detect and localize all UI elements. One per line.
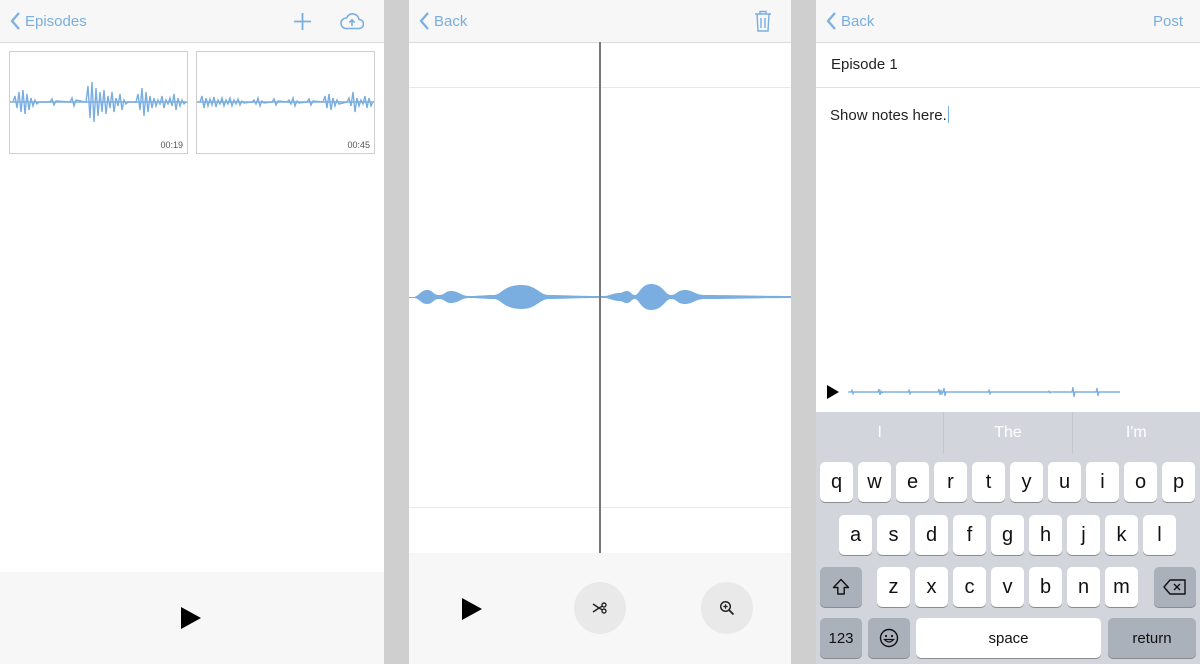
waveform-thumbnail xyxy=(197,91,374,113)
upload-button[interactable] xyxy=(340,0,364,42)
key[interactable]: j xyxy=(1067,515,1100,555)
key[interactable]: k xyxy=(1105,515,1138,555)
chevron-left-icon xyxy=(419,12,429,30)
cut-button[interactable] xyxy=(574,582,626,634)
editor-toolbar xyxy=(409,553,791,664)
shift-icon xyxy=(832,578,850,595)
prediction-item[interactable]: The xyxy=(944,412,1073,454)
scissors-icon xyxy=(592,602,607,614)
key[interactable]: i xyxy=(1086,462,1119,502)
show-notes-field[interactable]: Show notes here. xyxy=(830,106,949,124)
zoom-button[interactable] xyxy=(701,582,753,634)
back-button[interactable]: Back xyxy=(826,0,874,42)
key[interactable]: n xyxy=(1067,567,1100,607)
backspace-icon xyxy=(1163,579,1186,595)
delete-key[interactable] xyxy=(1154,567,1196,607)
waveform-mini xyxy=(848,386,1120,398)
key[interactable]: t xyxy=(972,462,1005,502)
prediction-item[interactable]: I xyxy=(816,412,945,454)
navigation-bar: Back xyxy=(409,0,791,43)
emoji-key[interactable] xyxy=(868,618,910,658)
editor-screen: Back xyxy=(409,0,791,664)
plus-icon xyxy=(294,12,311,30)
key[interactable]: e xyxy=(896,462,929,502)
cloud-upload-icon xyxy=(340,12,364,29)
space-key[interactable]: space xyxy=(916,618,1101,658)
key[interactable]: q xyxy=(820,462,853,502)
back-label: Back xyxy=(841,12,875,30)
emoji-icon xyxy=(879,628,899,648)
shift-key[interactable] xyxy=(820,567,862,607)
navigation-bar: Back Post xyxy=(816,0,1200,43)
key[interactable]: x xyxy=(915,567,948,607)
key[interactable]: w xyxy=(858,462,891,502)
chevron-left-icon xyxy=(10,12,20,30)
add-button[interactable] xyxy=(293,0,312,42)
key[interactable]: l xyxy=(1143,515,1176,555)
delete-button[interactable] xyxy=(754,0,772,42)
duration-label: 00:19 xyxy=(160,140,183,150)
key[interactable]: b xyxy=(1029,567,1062,607)
key[interactable]: f xyxy=(953,515,986,555)
prediction-bar: I The I'm xyxy=(816,412,1200,454)
navigation-bar: Episodes xyxy=(0,0,384,43)
duration-label: 00:45 xyxy=(347,140,370,150)
episodes-screen: Episodes 00:19 00:45 xyxy=(0,0,384,664)
episode-title-value: Episode 1 xyxy=(831,56,898,73)
waveform-thumbnail xyxy=(10,81,187,123)
key[interactable]: y xyxy=(1010,462,1043,502)
key[interactable]: a xyxy=(839,515,872,555)
play-icon[interactable] xyxy=(826,384,840,400)
recording-thumbnail[interactable]: 00:45 xyxy=(196,51,375,154)
key[interactable]: c xyxy=(953,567,986,607)
key[interactable]: h xyxy=(1029,515,1062,555)
back-label: Back xyxy=(434,12,468,30)
numbers-key[interactable]: 123 xyxy=(820,618,862,658)
key[interactable]: p xyxy=(1162,462,1195,502)
prediction-item[interactable]: I'm xyxy=(1073,412,1200,454)
episode-title-field[interactable]: Episode 1 xyxy=(816,42,1200,88)
post-button[interactable]: Post xyxy=(1153,0,1183,42)
show-notes-value: Show notes here. xyxy=(830,107,947,124)
key[interactable]: g xyxy=(991,515,1024,555)
play-icon[interactable] xyxy=(180,606,202,630)
key[interactable]: u xyxy=(1048,462,1081,502)
back-button[interactable]: Back xyxy=(419,0,467,42)
key[interactable]: z xyxy=(877,567,910,607)
trash-icon xyxy=(755,10,771,32)
keyboard: I The I'm q w e r t y u i o p a s d f g … xyxy=(816,412,1200,664)
key[interactable]: m xyxy=(1105,567,1138,607)
chevron-left-icon xyxy=(826,12,836,30)
player-bar xyxy=(0,572,384,664)
return-key[interactable]: return xyxy=(1108,618,1196,658)
recording-thumbnail[interactable]: 00:19 xyxy=(9,51,188,154)
playhead[interactable] xyxy=(599,42,601,553)
key[interactable]: v xyxy=(991,567,1024,607)
key[interactable]: s xyxy=(877,515,910,555)
key[interactable]: r xyxy=(934,462,967,502)
post-screen: Back Post Episode 1 Show notes here. I T… xyxy=(816,0,1200,664)
zoom-in-icon xyxy=(719,600,735,616)
episodes-back-button[interactable]: Episodes xyxy=(10,0,87,42)
back-label: Episodes xyxy=(25,12,87,30)
key[interactable]: d xyxy=(915,515,948,555)
text-cursor xyxy=(947,106,949,123)
play-icon[interactable] xyxy=(461,597,483,621)
key[interactable]: o xyxy=(1124,462,1157,502)
